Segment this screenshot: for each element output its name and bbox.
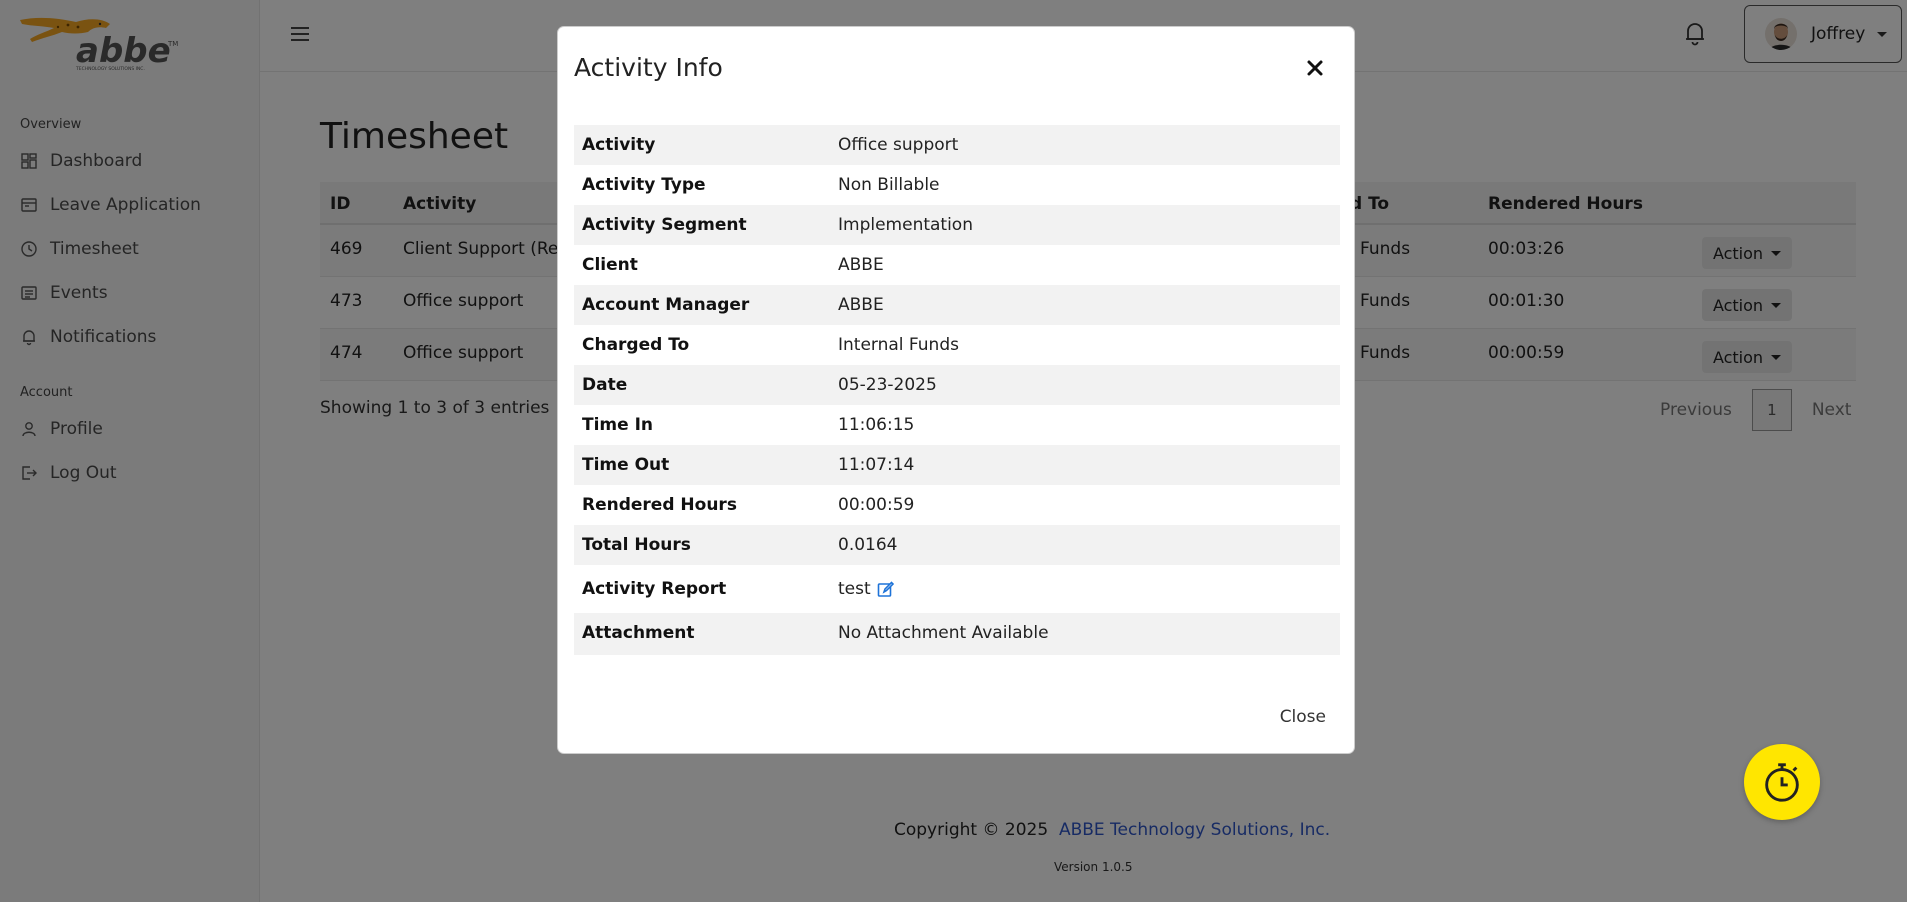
info-value: No Attachment Available <box>838 623 1049 643</box>
info-row-date: Date 05-23-2025 <box>574 365 1340 405</box>
info-label: Total Hours <box>582 535 691 555</box>
info-label: Rendered Hours <box>582 495 737 515</box>
edit-icon[interactable] <box>877 580 894 598</box>
info-row-time-in: Time In 11:06:15 <box>574 405 1340 445</box>
info-label: Activity Report <box>582 579 727 599</box>
info-row-charged-to: Charged To Internal Funds <box>574 325 1340 365</box>
timer-button[interactable] <box>1744 744 1820 820</box>
info-value: 00:00:59 <box>838 495 915 515</box>
info-label: Activity Type <box>582 175 706 195</box>
activity-report-text: test <box>838 579 871 599</box>
info-row-account-manager: Account Manager ABBE <box>574 285 1340 325</box>
info-value: 05-23-2025 <box>838 375 937 395</box>
info-label: Activity <box>582 135 656 155</box>
info-label: Time In <box>582 415 654 435</box>
info-value: Implementation <box>838 215 973 235</box>
info-row-attachment: Attachment No Attachment Available <box>574 613 1340 655</box>
close-icon[interactable] <box>1304 57 1326 79</box>
info-label: Client <box>582 255 638 275</box>
info-label: Charged To <box>582 335 690 355</box>
info-label: Date <box>582 375 628 395</box>
info-value: Non Billable <box>838 175 940 195</box>
info-value: ABBE <box>838 295 884 315</box>
info-label: Account Manager <box>582 295 750 315</box>
info-value: Office support <box>838 135 959 155</box>
info-value-activity-report: test <box>838 579 894 599</box>
info-row-total-hours: Total Hours 0.0164 <box>574 525 1340 565</box>
info-value: 0.0164 <box>838 535 898 555</box>
info-row-time-out: Time Out 11:07:14 <box>574 445 1340 485</box>
info-value: 11:06:15 <box>838 415 915 435</box>
info-row-client: Client ABBE <box>574 245 1340 285</box>
info-row-rendered-hours: Rendered Hours 00:00:59 <box>574 485 1340 525</box>
info-row-activity-segment: Activity Segment Implementation <box>574 205 1340 245</box>
modal-title: Activity Info <box>574 53 723 82</box>
info-value: 11:07:14 <box>838 455 915 475</box>
info-value: ABBE <box>838 255 884 275</box>
info-value: Internal Funds <box>838 335 959 355</box>
info-row-activity-report: Activity Report test <box>574 565 1340 613</box>
activity-info-modal: Activity Info Activity Office support Ac… <box>557 26 1355 754</box>
stopwatch-icon <box>1765 763 1799 802</box>
close-button[interactable]: Close <box>1280 707 1326 727</box>
info-label: Attachment <box>582 623 695 643</box>
info-label: Activity Segment <box>582 215 747 235</box>
info-label: Time Out <box>582 455 670 475</box>
info-row-activity: Activity Office support <box>574 125 1340 165</box>
activity-info-table: Activity Office support Activity Type No… <box>574 125 1340 655</box>
info-row-activity-type: Activity Type Non Billable <box>574 165 1340 205</box>
